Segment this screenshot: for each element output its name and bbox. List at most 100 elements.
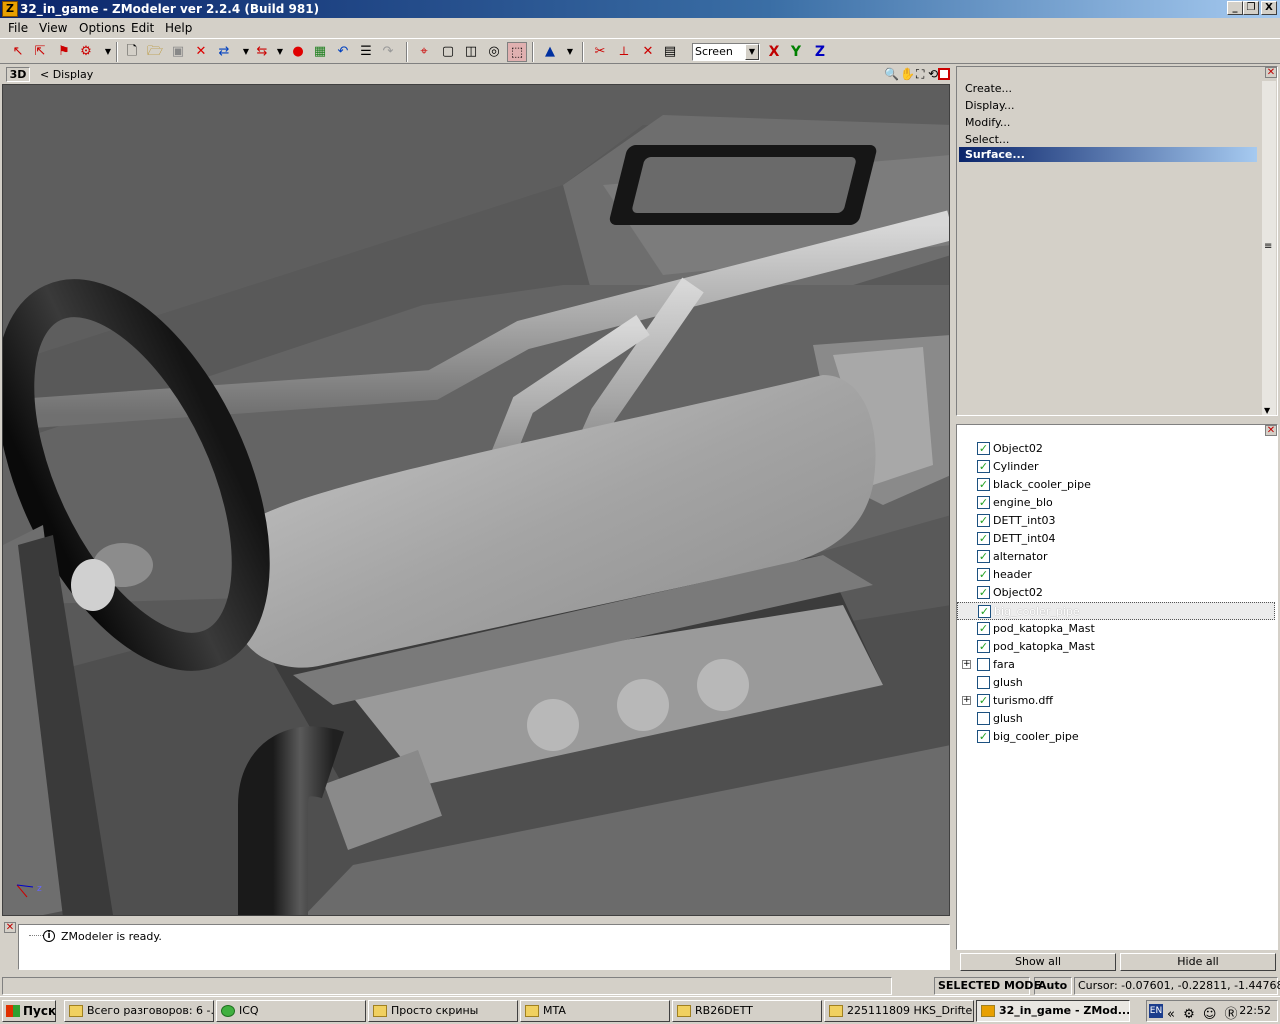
visibility-checkbox[interactable]: ✓ — [977, 460, 990, 473]
box-mode-icon[interactable]: ▢ — [438, 42, 458, 62]
visibility-checkbox[interactable]: ✓ — [977, 532, 990, 545]
axis-move-icon[interactable]: ⟂ — [614, 42, 634, 62]
taskbar-item[interactable]: Просто скрины — [368, 1000, 518, 1022]
axis-scale-icon[interactable]: ✕ — [638, 42, 658, 62]
axis-x-button[interactable]: X — [764, 42, 784, 62]
tree-item[interactable]: ✓ pod_katopka_Mast — [957, 620, 1275, 638]
pyramid-icon[interactable]: ▲ — [540, 42, 560, 62]
cylinder-mode-icon[interactable]: ◎ — [484, 42, 504, 62]
image-icon[interactable]: ▦ — [310, 42, 330, 62]
grid-icon[interactable]: ▤ — [660, 42, 680, 62]
hierarchy-icon[interactable]: ⚙ — [76, 42, 96, 62]
close-button[interactable]: X — [1261, 1, 1277, 15]
visibility-checkbox[interactable]: ✓ — [977, 514, 990, 527]
tree-item[interactable]: ✓ black_cooler_pipe — [957, 476, 1275, 494]
axis-z-button[interactable]: Z — [810, 42, 830, 62]
pan-hand-icon[interactable]: ✋ — [900, 67, 915, 81]
visibility-checkbox[interactable]: ✓ — [977, 640, 990, 653]
new-file-icon[interactable]: 🗋 — [122, 42, 142, 62]
taskbar-item[interactable]: MTA — [520, 1000, 670, 1022]
auto-mode-indicator[interactable]: Auto — [1034, 977, 1072, 995]
open-folder-icon[interactable]: 🗁 — [145, 42, 165, 62]
pyramid-dropdown-icon[interactable]: ▼ — [560, 42, 580, 62]
visibility-checkbox[interactable]: ✓ — [977, 694, 990, 707]
tree-item[interactable]: glush — [957, 674, 1275, 692]
zoom-icon[interactable]: 🔍 — [884, 67, 899, 81]
tree-item[interactable]: + fara — [957, 656, 1275, 674]
tree-item[interactable]: ✓ Cylinder — [957, 458, 1275, 476]
cmd-modify[interactable]: Modify... — [965, 116, 1010, 129]
taskbar-item[interactable]: Всего разговоров: 6 -... — [64, 1000, 214, 1022]
visibility-checkbox[interactable]: ✓ — [977, 496, 990, 509]
visibility-checkbox[interactable]: ✓ — [977, 622, 990, 635]
visibility-checkbox[interactable] — [977, 712, 990, 725]
visibility-checkbox[interactable]: ✓ — [977, 442, 990, 455]
visibility-checkbox[interactable]: ✓ — [977, 586, 990, 599]
minimize-button[interactable]: _ — [1227, 1, 1243, 15]
axis-y-button[interactable]: Y — [786, 42, 806, 62]
show-all-button[interactable]: Show all — [960, 953, 1116, 971]
visibility-checkbox[interactable] — [977, 658, 990, 671]
hide-all-button[interactable]: Hide all — [1120, 953, 1276, 971]
visibility-checkbox[interactable]: ✓ — [977, 568, 990, 581]
cmd-create[interactable]: Create... — [965, 82, 1012, 95]
close-panel-icon[interactable]: ✕ — [1265, 67, 1277, 78]
object-mode-icon[interactable]: ⬚ — [507, 42, 527, 62]
vertex-mode-icon[interactable]: ⌖ — [414, 42, 434, 62]
cmd-surface[interactable]: Surface... — [959, 147, 1257, 162]
undo-icon[interactable]: ↶ — [333, 42, 353, 62]
cube-mode-icon[interactable]: ◫ — [461, 42, 481, 62]
taskbar-item[interactable]: 225111809 HKS_Drifter — [824, 1000, 974, 1022]
3d-viewport[interactable]: z — [2, 84, 950, 916]
taskbar-item[interactable]: ICQ — [216, 1000, 366, 1022]
scroll-grip-icon[interactable]: ≡ — [1264, 241, 1272, 252]
coordinate-system-select[interactable]: Screen ▼ — [692, 43, 760, 61]
redo-icon[interactable]: ↷ — [378, 42, 398, 62]
tree-item[interactable]: ✓ alternator — [957, 548, 1275, 566]
visibility-checkbox[interactable]: ✓ — [977, 550, 990, 563]
save-icon[interactable]: ▣ — [168, 42, 188, 62]
tree-item[interactable]: ✓ DETT_int04 — [957, 530, 1275, 548]
import-icon[interactable]: ⇄ — [214, 42, 234, 62]
maximize-viewport-icon[interactable] — [938, 68, 950, 80]
menu-file[interactable]: File — [8, 21, 28, 35]
export-dropdown-icon[interactable]: ▼ — [270, 42, 290, 62]
tree-item[interactable]: ✓ big_cooler_pipe — [957, 728, 1275, 746]
scroll-down-icon[interactable]: ▼ — [1264, 406, 1270, 415]
link-icon[interactable]: ✂ — [590, 42, 610, 62]
start-button[interactable]: Пуск — [2, 1000, 56, 1022]
visibility-checkbox[interactable] — [977, 676, 990, 689]
cmd-display[interactable]: Display... — [965, 99, 1014, 112]
select-arrow-icon[interactable]: ↖ — [8, 42, 28, 62]
restore-button[interactable]: ❐ — [1243, 1, 1259, 15]
tree-item[interactable]: ✓ pod_katopka_Mast — [957, 638, 1275, 656]
viewport-breadcrumb[interactable]: < Display — [40, 68, 93, 81]
visibility-checkbox[interactable]: ✓ — [977, 478, 990, 491]
tree-item[interactable]: + ✓ turismo.dff — [957, 692, 1275, 710]
menu-view[interactable]: View — [39, 21, 67, 35]
rotate-icon[interactable]: ⟲ — [928, 67, 938, 81]
visibility-checkbox[interactable]: ✓ — [978, 605, 991, 618]
chevron-down-icon[interactable]: ▼ — [745, 44, 759, 60]
close-log-icon[interactable]: ✕ — [4, 922, 16, 933]
tree-item[interactable]: ✓ Object02 — [957, 440, 1275, 458]
export-icon[interactable]: ⇆ — [252, 42, 272, 62]
tree-item[interactable]: ✓ big_cooler_pipe — [957, 602, 1275, 620]
command-panel-scrollbar[interactable]: ≡ ▼ — [1262, 81, 1276, 415]
language-indicator[interactable]: EN — [1149, 1004, 1163, 1018]
selection-mode-indicator[interactable]: SELECTED MODE — [934, 977, 1041, 995]
menu-options[interactable]: Options — [79, 21, 125, 35]
delete-icon[interactable]: ✕ — [191, 42, 211, 62]
notes-icon[interactable]: ☰ — [356, 42, 376, 62]
viewport-type-label[interactable]: 3D — [6, 67, 30, 82]
expand-icon[interactable]: + — [962, 696, 971, 705]
expand-icon[interactable]: + — [962, 660, 971, 669]
menu-help[interactable]: Help — [165, 21, 192, 35]
tree-item[interactable]: ✓ header — [957, 566, 1275, 584]
tree-item[interactable]: ✓ DETT_int03 — [957, 512, 1275, 530]
figure-icon[interactable]: ⚑ — [54, 42, 74, 62]
tree-item[interactable]: ✓ engine_blo — [957, 494, 1275, 512]
taskbar-item[interactable]: RB26DETT — [672, 1000, 822, 1022]
visibility-checkbox[interactable]: ✓ — [977, 730, 990, 743]
tree-item[interactable]: ✓ Object02 — [957, 584, 1275, 602]
